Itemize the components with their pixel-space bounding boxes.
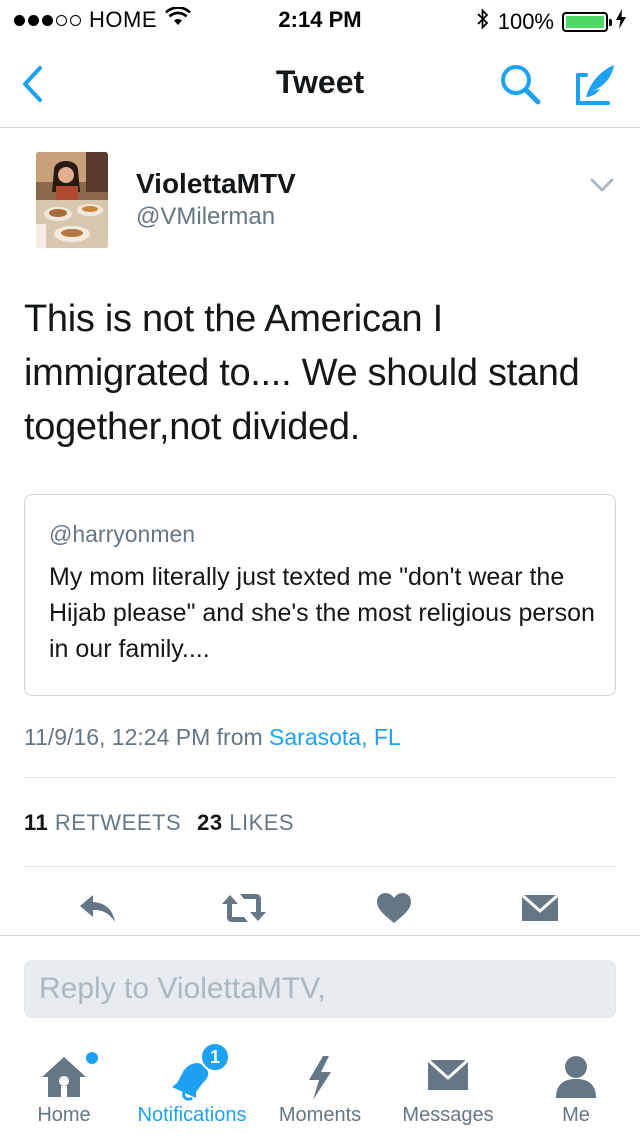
like-count: 23 [197, 810, 223, 835]
retweet-icon [222, 894, 266, 922]
compose-icon [576, 65, 614, 105]
tab-me[interactable]: Me [512, 1040, 640, 1136]
tweet-location-link[interactable]: Sarasota, FL [269, 724, 401, 750]
likes-label: LIKES [229, 810, 295, 835]
tab-label: Notifications [137, 1104, 247, 1126]
direct-message-button[interactable] [516, 886, 564, 930]
lightning-icon [309, 1056, 331, 1100]
notification-badge: 1 [200, 1042, 230, 1072]
chevron-down-icon [590, 178, 614, 192]
retweets-label: RETWEETS [54, 810, 182, 835]
status-right: 100% [476, 7, 626, 37]
person-icon [556, 1056, 596, 1098]
quoted-tweet-text: My mom literally just texted me "don't w… [49, 563, 595, 663]
divider [24, 777, 616, 778]
nav-bar: Tweet [0, 40, 640, 128]
divider [0, 935, 640, 936]
reply-button[interactable] [74, 886, 122, 930]
divider [24, 866, 616, 867]
quoted-tweet-handle: @harryonmen [49, 521, 196, 547]
envelope-icon [521, 893, 559, 921]
compose-button[interactable] [568, 58, 620, 110]
charging-icon [616, 9, 626, 35]
tweet-stats: 11 RETWEETS 23 LIKES [24, 810, 294, 836]
more-options-button[interactable] [588, 174, 616, 196]
reply-icon [80, 895, 115, 922]
envelope-icon [426, 1058, 470, 1090]
tab-moments[interactable]: Moments [256, 1040, 384, 1136]
user-name[interactable]: ViolettaMTV [136, 168, 296, 200]
retweet-count: 11 [24, 810, 49, 835]
tab-bar: Home 1 Notifications Moments Messages Me [0, 1040, 640, 1136]
tweet-actions [0, 886, 640, 934]
from-label: from [216, 724, 263, 750]
avatar[interactable] [36, 152, 108, 248]
search-button[interactable] [494, 58, 546, 110]
bluetooth-icon [476, 7, 490, 37]
retweet-button[interactable] [220, 886, 268, 930]
reply-box[interactable] [24, 960, 616, 1018]
new-content-dot [86, 1052, 98, 1064]
user-handle[interactable]: @VMilerman [136, 203, 275, 231]
tab-label: Me [562, 1104, 590, 1126]
tab-label: Messages [402, 1104, 494, 1126]
tweet-meta: 11/9/16, 12:24 PM from Sarasota, FL [24, 724, 401, 751]
heart-icon [377, 893, 411, 923]
retweets-stat[interactable]: 11 RETWEETS [24, 810, 181, 836]
quoted-tweet-card[interactable]: @harryonmen My mom literally just texted… [24, 494, 616, 696]
tweet-text: This is not the American I immigrated to… [24, 298, 580, 448]
like-button[interactable] [370, 886, 418, 930]
tab-messages[interactable]: Messages [384, 1040, 512, 1136]
tab-label: Home [37, 1104, 91, 1126]
tab-label: Moments [278, 1104, 362, 1126]
home-icon [42, 1057, 86, 1097]
tab-notifications[interactable]: 1 Notifications [128, 1040, 256, 1136]
reply-input[interactable] [25, 961, 615, 1017]
likes-stat[interactable]: 23 LIKES [197, 810, 294, 836]
status-bar: HOME 2:14 PM 100% [0, 0, 640, 40]
battery-icon [562, 12, 612, 32]
tab-home[interactable]: Home [0, 1040, 128, 1136]
battery-percent: 100% [497, 9, 554, 34]
search-icon [501, 65, 541, 105]
tweet-timestamp: 11/9/16, 12:24 PM [24, 724, 211, 750]
